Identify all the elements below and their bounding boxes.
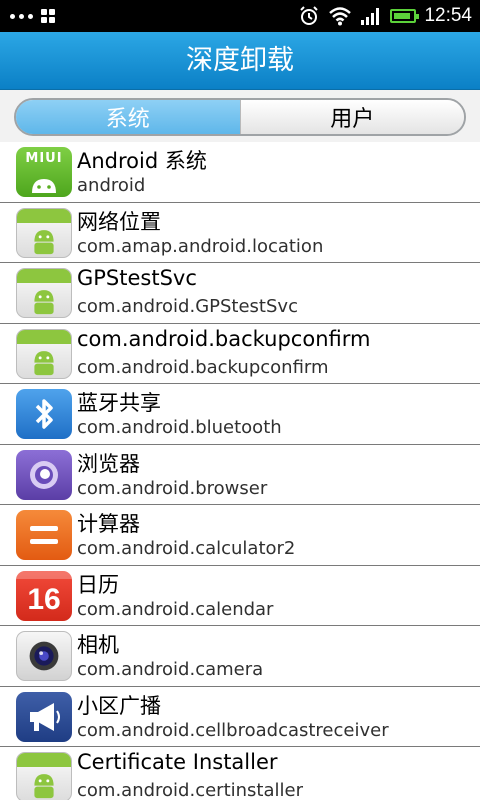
page-title: 深度卸载 [186,45,294,76]
app-package: com.amap.android.location [77,235,324,257]
segmented-control: 系统 用户 [14,98,466,136]
status-bar: 12:54 [0,0,480,32]
list-item[interactable]: 计算器 com.android.calculator2 [0,505,480,566]
battery-icon [390,9,420,23]
list-item[interactable]: 蓝牙共享 com.android.bluetooth [0,384,480,445]
alarm-icon [300,6,319,25]
app-name: GPStestSvc [77,266,197,290]
list-item[interactable]: 网络位置 com.amap.android.location [0,203,480,263]
app-name: 计算器 [77,512,140,536]
bluetooth-icon [16,389,72,439]
app-package: android [77,175,146,196]
list-item[interactable]: MIUI Android 系统 android [0,142,480,203]
app-name: com.android.backupconfirm [77,326,371,351]
android-robot-icon [16,328,72,379]
calculator-icon [16,510,72,560]
app-name: 网络位置 [77,209,161,234]
signal-icon [361,8,380,25]
app-package: com.android.backupconfirm [77,356,329,378]
app-name: 浏览器 [77,451,140,476]
title-bar: 深度卸载 [0,32,480,90]
app-package: com.android.bluetooth [77,417,282,438]
list-item[interactable]: 浏览器 com.android.browser [0,445,480,505]
megaphone-icon [16,691,72,742]
app-name: 小区广播 [77,693,161,718]
list-item[interactable]: Certificate Installer com.android.certin… [0,747,480,800]
list-item[interactable]: com.android.backupconfirm com.android.ba… [0,324,480,384]
app-name: Certificate Installer [77,750,278,774]
android-head-glyph [32,179,56,193]
android-robot-icon [16,752,72,800]
list-item[interactable]: 相机 com.android.camera [0,626,480,687]
status-right: 12:54 [298,0,472,32]
list-item[interactable]: 小区广播 com.android.cellbroadcastreceiver [0,687,480,747]
grid-icon [41,9,55,23]
status-left [10,0,55,32]
wifi-icon [329,7,352,26]
tab-strip: 系统 用户 [0,90,480,142]
app-name: 相机 [77,633,119,657]
browser-icon [16,449,72,500]
app-name: 蓝牙共享 [77,391,161,415]
tab-system[interactable]: 系统 [16,100,240,134]
app-name: 日历 [77,572,119,597]
app-package: com.android.cellbroadcastreceiver [77,719,389,741]
app-package: com.android.calendar [77,598,274,620]
android-robot-icon [16,268,72,318]
calendar-day: 16 [27,583,60,616]
tab-user[interactable]: 用户 [239,100,464,134]
app-name: Android 系统 [77,149,207,173]
list-item[interactable]: 16 日历 com.android.calendar [0,566,480,626]
calendar-icon: 16 [16,570,72,621]
miui-icon: MIUI [16,147,72,197]
app-package: com.android.browser [77,477,268,499]
app-package: com.android.GPStestSvc [77,296,298,317]
status-time: 12:54 [424,5,472,26]
app-list[interactable]: MIUI Android 系统 android 网络位置 com.amap.an… [0,142,480,800]
camera-icon [16,631,72,681]
app-package: com.android.camera [77,659,264,680]
android-robot-icon [16,207,72,258]
app-package: com.android.certinstaller [77,780,303,800]
app-package: com.android.calculator2 [77,538,296,559]
more-dots-icon [10,13,33,19]
list-item[interactable]: GPStestSvc com.android.GPStestSvc [0,263,480,324]
